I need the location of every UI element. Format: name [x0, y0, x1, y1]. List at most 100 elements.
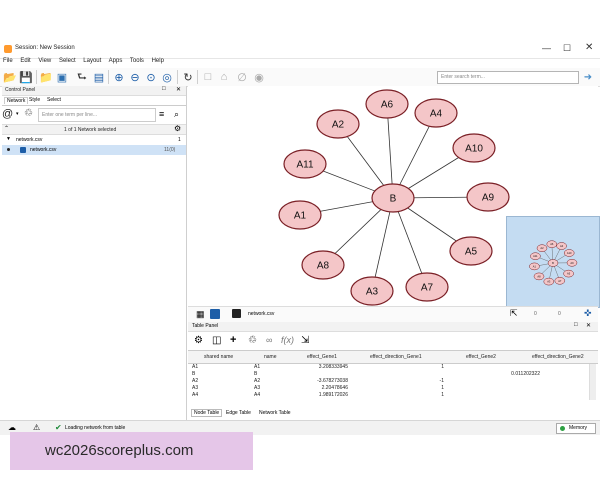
maximize-button[interactable]: ☐ [563, 43, 571, 54]
share-icon[interactable]: ⮑ [75, 70, 89, 84]
network-node[interactable]: A6 [365, 89, 409, 119]
settings-gear-icon[interactable]: ⚙ [174, 124, 181, 133]
panel-close-icon[interactable]: ✕ [176, 86, 181, 93]
table-col-effect-direction-gene1[interactable]: effect_direction_Gene1 [370, 354, 422, 360]
zoom-fit-icon[interactable]: ⊙ [144, 70, 158, 84]
overview-node-label: A1 [533, 264, 537, 268]
dropdown-arrow-icon[interactable]: ▾ [16, 111, 19, 117]
tab-select[interactable]: Select [47, 97, 61, 103]
table-scrollbar[interactable] [589, 364, 596, 400]
overview-node-label: A9 [570, 261, 574, 265]
detach-icon[interactable] [232, 309, 241, 318]
table-col-effect-direction-gene2[interactable]: effect_direction_Gene2 [532, 354, 584, 360]
table-row[interactable]: A4 A4 1.989172026 1 [188, 392, 586, 399]
zoom-out-icon[interactable]: ⊖ [128, 70, 142, 84]
navigate-icon[interactable]: ✜ [584, 308, 592, 319]
network-node[interactable]: A7 [405, 272, 449, 302]
import-to-table-icon[interactable]: ⇲ [301, 335, 309, 346]
menu-select[interactable]: Select [59, 58, 76, 64]
network-node[interactable]: A4 [414, 98, 458, 128]
tab-network[interactable]: Network [4, 97, 29, 104]
menu-tools[interactable]: Tools [130, 58, 144, 64]
table-cell: 3.208333945 [318, 364, 348, 370]
tab-network-table[interactable]: Network Table [259, 410, 291, 416]
node-label: A11 [296, 160, 313, 171]
open-session-icon[interactable]: 📂 [3, 70, 17, 84]
add-column-icon[interactable]: + [230, 334, 236, 346]
zoom-selected-icon[interactable]: ◎ [160, 70, 174, 84]
network-node[interactable]: A9 [466, 182, 510, 212]
collapse-icon[interactable]: ⌃ [4, 125, 9, 132]
overview-node: A11 [530, 252, 541, 260]
overview-node: B [547, 259, 559, 267]
function-icon[interactable]: f(x) [281, 335, 294, 345]
close-button[interactable]: ✕ [585, 42, 593, 53]
columns-icon[interactable]: ◫ [212, 335, 221, 346]
panel-float-icon[interactable]: □ [162, 86, 166, 92]
memory-button[interactable]: Memory [556, 423, 596, 434]
warning-icon[interactable]: ⚠ [33, 423, 40, 432]
home-icon[interactable]: ⌂ [217, 70, 231, 84]
export-image-icon[interactable]: ⇱ [510, 308, 518, 319]
menu-edit[interactable]: Edit [20, 58, 30, 64]
import-network-icon[interactable]: 📁 [39, 70, 53, 84]
trash-icon[interactable]: ♲ [24, 108, 33, 119]
table-close-icon[interactable]: ✕ [586, 322, 591, 329]
delete-column-icon[interactable]: ♲ [248, 335, 257, 346]
node-label: A7 [421, 283, 434, 294]
spiral-icon[interactable]: @ [2, 108, 13, 120]
new-network-icon[interactable]: □ [201, 70, 215, 84]
network-view-toolbar: ▦ network.csv ⇱ 0 0 ✜ [188, 306, 598, 323]
table-row[interactable]: B B 0.011202322 [188, 371, 586, 378]
export-network-icon[interactable]: ▣ [55, 70, 69, 84]
cloud-icon[interactable]: ☁ [8, 423, 16, 432]
expand-arrow-icon[interactable]: ▼ [6, 136, 11, 142]
search-input[interactable]: Enter search term... [437, 71, 579, 84]
network-overview[interactable]: B A6 A4 A2 A10 A11 A9 A1 A5 A8 A3 A7 [506, 216, 600, 308]
table-col-effect-gene1[interactable]: effect_Gene1 [307, 354, 337, 360]
grid-view-icon[interactable]: ▦ [196, 309, 205, 320]
table-settings-icon[interactable]: ⚙ [194, 335, 203, 346]
table-col-shared-name[interactable]: shared name [204, 354, 233, 360]
network-search-field[interactable]: Enter one term per line... [38, 108, 156, 122]
network-node[interactable]: A2 [316, 109, 360, 139]
overview-node-label: A2 [540, 246, 544, 250]
table-col-name[interactable]: name [264, 354, 277, 360]
table-row[interactable]: A3 A3 2.20478646 1 [188, 385, 586, 392]
network-node[interactable]: A5 [449, 236, 493, 266]
save-session-icon[interactable]: 💾 [19, 70, 33, 84]
list-icon[interactable]: ≡ [159, 109, 164, 119]
link-icon[interactable]: ∞ [266, 335, 272, 345]
table-row[interactable]: A1 A1 3.208333945 1 [188, 364, 586, 371]
menu-view[interactable]: View [38, 58, 51, 64]
network-node[interactable]: A3 [350, 276, 394, 306]
network-node[interactable]: B [371, 183, 415, 213]
search-icon[interactable]: ⌕ [174, 109, 179, 120]
tab-style[interactable]: Style [29, 97, 40, 103]
menu-file[interactable]: File [3, 58, 13, 64]
network-canvas[interactable]: B A6 A4 A2 A10 A11 A9 A1 A5 A8 A3 A7 B A6 A4 A2 A10 A11 A… [188, 86, 600, 308]
search-button-icon[interactable]: ➜ [581, 70, 595, 84]
menu-apps[interactable]: Apps [109, 58, 123, 64]
table-float-icon[interactable]: □ [574, 322, 578, 328]
minimize-button[interactable]: — [542, 43, 551, 53]
zoom-in-icon[interactable]: ⊕ [112, 70, 126, 84]
import-table-icon[interactable]: ▤ [92, 70, 106, 84]
network-node[interactable]: A11 [283, 149, 327, 179]
menu-layout[interactable]: Layout [83, 58, 101, 64]
table-col-effect-gene2[interactable]: effect_Gene2 [466, 354, 496, 360]
tab-node-table[interactable]: Node Table [191, 409, 223, 417]
hide-icon[interactable]: ∅ [235, 70, 249, 84]
table-cell: 1.989172026 [318, 392, 348, 398]
network-node[interactable]: A10 [452, 133, 496, 163]
network-node[interactable]: A1 [278, 200, 322, 230]
refresh-icon[interactable]: ↻ [181, 70, 195, 84]
table-row[interactable]: A2 A2 -3.678273038 -1 [188, 378, 586, 385]
tab-edge-table[interactable]: Edge Table [226, 410, 251, 416]
network-node[interactable]: A8 [301, 250, 345, 280]
network-row[interactable]: network.csv 11(0) [2, 145, 186, 155]
menu-help[interactable]: Help [152, 58, 164, 64]
network-view-selected-icon[interactable] [210, 309, 220, 319]
collection-row[interactable]: ▼ network.csv 1 [2, 135, 186, 144]
show-icon[interactable]: ◉ [252, 70, 266, 84]
